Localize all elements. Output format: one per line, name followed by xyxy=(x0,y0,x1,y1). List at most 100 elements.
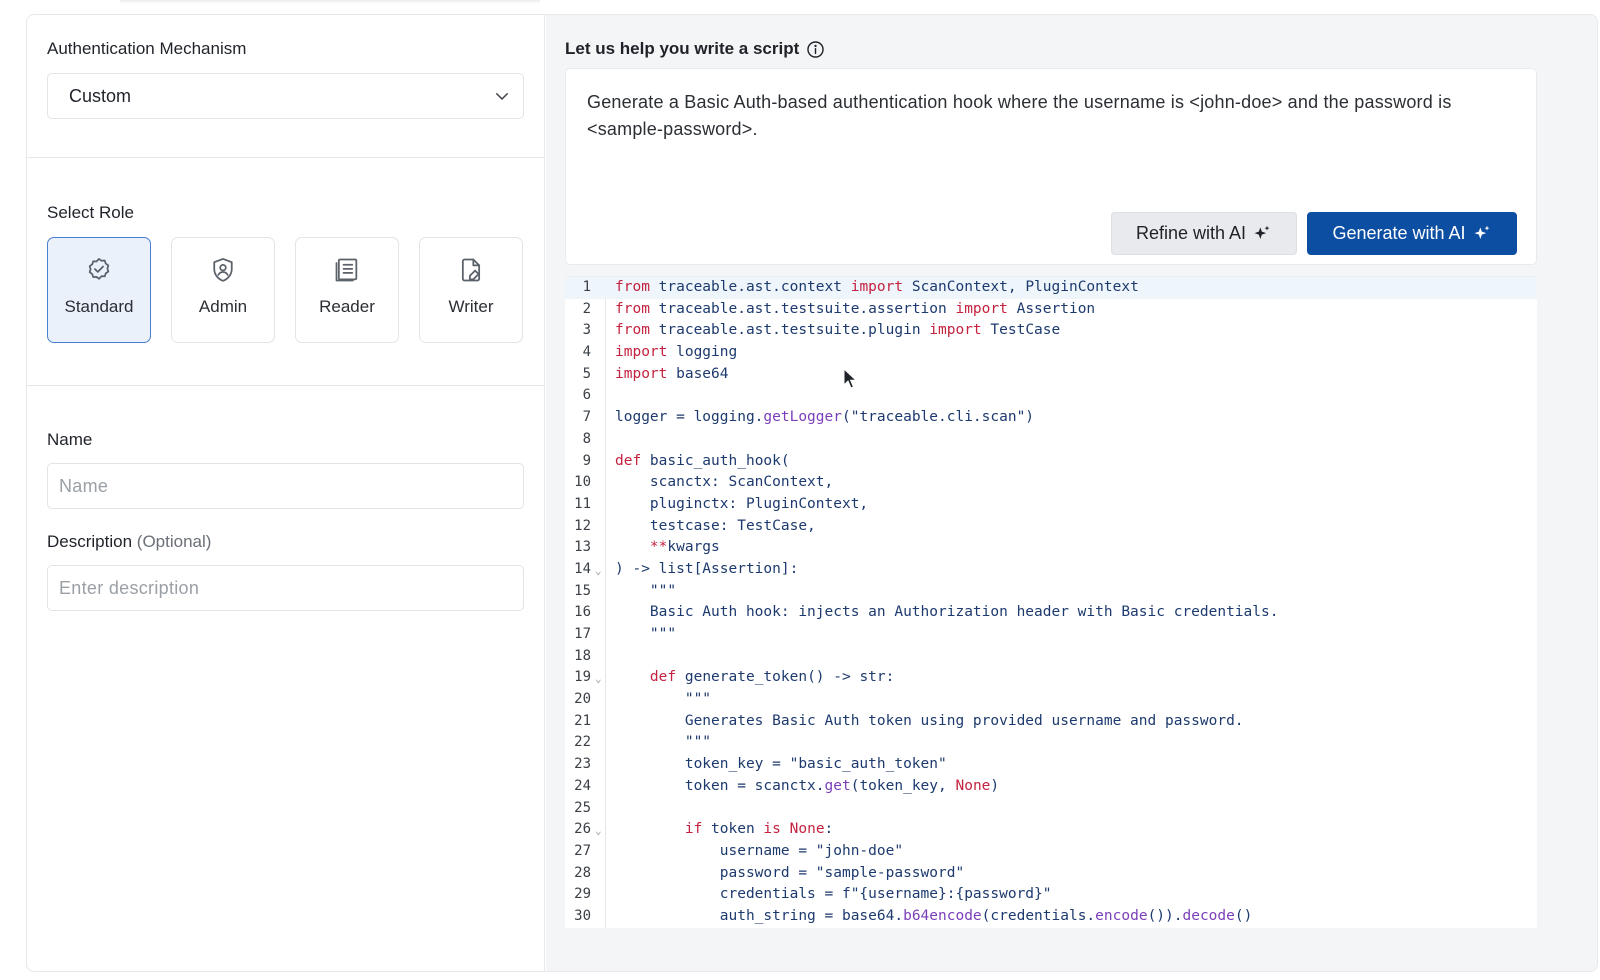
line-number: 11 xyxy=(574,495,591,512)
code-line[interactable]: 12 testcase: TestCase, xyxy=(565,516,1537,538)
optional-hint: (Optional) xyxy=(136,532,212,551)
code-line[interactable]: 5 import base64 xyxy=(565,364,1537,386)
code-line[interactable]: 16 Basic Auth hook: injects an Authoriza… xyxy=(565,602,1537,624)
left-panel: Authentication Mechanism Custom Select R… xyxy=(27,15,545,971)
line-number: 20 xyxy=(574,691,591,708)
code-line[interactable]: 29 credentials = f"{username}:{password}… xyxy=(565,884,1537,906)
code-text: pluginctx: PluginContext, xyxy=(615,495,869,512)
code-line[interactable]: 9 def basic_auth_hook( xyxy=(565,451,1537,473)
code-line[interactable]: 8 xyxy=(565,429,1537,451)
code-text: """ xyxy=(615,582,677,599)
divider xyxy=(27,385,545,386)
generate-with-ai-button[interactable]: Generate with AI xyxy=(1307,212,1517,255)
code-line[interactable]: 21 Generates Basic Auth token using prov… xyxy=(565,711,1537,733)
code-line[interactable]: 18 xyxy=(565,646,1537,668)
code-line[interactable]: 14 ⌄ ) -> list[Assertion]: xyxy=(565,559,1537,581)
select-role-label: Select Role xyxy=(47,203,134,222)
code-line[interactable]: 17 """ xyxy=(565,624,1537,646)
code-line[interactable]: 13 **kwargs xyxy=(565,537,1537,559)
code-text: Basic Auth hook: injects an Authorizatio… xyxy=(615,604,1279,621)
code-line[interactable]: 19 ⌄ def generate_token() -> str: xyxy=(565,667,1537,689)
refine-button-label: Refine with AI xyxy=(1135,223,1247,243)
line-number: 19 xyxy=(574,669,591,686)
chevron-down-icon xyxy=(496,93,508,100)
code-text: """ xyxy=(615,691,712,708)
auth-mechanism-label: Authentication Mechanism xyxy=(47,39,247,58)
code-text: logger = logging.getLogger("traceable.cl… xyxy=(615,409,1035,426)
line-number: 3 xyxy=(582,322,591,339)
role-label-standard: Standard xyxy=(64,297,134,316)
code-line[interactable]: 2 from traceable.ast.testsuite.assertion … xyxy=(565,299,1537,321)
code-text: **kwargs xyxy=(649,539,720,556)
code-line[interactable]: 23 token_key = "basic_auth_token" xyxy=(565,754,1537,776)
code-text: import logging xyxy=(615,344,738,361)
code-line[interactable]: 3 from traceable.ast.testsuite.plugin imp… xyxy=(565,320,1537,342)
code-line[interactable]: 11 pluginctx: PluginContext, xyxy=(565,494,1537,516)
code-text: testcase: TestCase, xyxy=(615,517,816,534)
code-text: """ xyxy=(615,626,677,642)
line-number: 23 xyxy=(574,756,591,773)
code-text: ) -> list[Assertion]: xyxy=(615,560,799,577)
code-line[interactable]: 28 password = "sample-password" xyxy=(565,863,1537,885)
code-line[interactable]: 15 """ xyxy=(565,581,1537,603)
code-line[interactable]: 25 xyxy=(565,798,1537,820)
line-number: 7 xyxy=(582,409,591,426)
code-text: token_key = "basic_auth_token" xyxy=(615,756,947,773)
description-input[interactable] xyxy=(47,565,524,611)
code-text: password = "sample-password" xyxy=(615,864,965,881)
code-line[interactable]: 4 import logging xyxy=(565,342,1537,364)
refine-with-ai-button[interactable]: Refine with AI xyxy=(1111,212,1297,255)
code-text: auth_string = base64.b64encode(credentia… xyxy=(615,907,1253,924)
description-label: Description (Optional) xyxy=(47,532,211,552)
code-line[interactable]: 27 username = "john-doe" xyxy=(565,841,1537,863)
line-number: 6 xyxy=(582,387,591,404)
script-assistant-heading: Let us help you write a script xyxy=(565,39,825,59)
name-input[interactable] xyxy=(47,463,524,509)
fold-chevron-icon[interactable]: ⌄ xyxy=(595,560,602,582)
line-number: 26 xyxy=(574,821,591,838)
code-line[interactable]: 20 """ xyxy=(565,689,1537,711)
auth-mechanism-value: Custom xyxy=(69,85,132,106)
code-lines: 1 from traceable.ast.context import ScanC… xyxy=(565,277,1537,928)
line-number: 17 xyxy=(574,626,591,642)
code-line[interactable]: 1 from traceable.ast.context import ScanC… xyxy=(565,277,1537,299)
right-panel: Let us help you write a script Generate … xyxy=(546,15,1597,971)
code-line[interactable]: 6 xyxy=(565,385,1537,407)
role-card-writer[interactable]: Writer xyxy=(419,237,523,343)
line-number: 14 xyxy=(574,560,591,577)
line-number: 29 xyxy=(574,886,591,903)
code-line[interactable]: 26 ⌄ if token is None: xyxy=(565,819,1537,841)
code-line[interactable]: 10 scanctx: ScanContext, xyxy=(565,472,1537,494)
auth-hook-form: Authentication Mechanism Custom Select R… xyxy=(26,14,1598,972)
fold-chevron-icon[interactable]: ⌄ xyxy=(595,820,602,842)
info-icon[interactable] xyxy=(806,40,825,59)
generate-button-label: Generate with AI xyxy=(1332,223,1466,243)
line-number: 28 xyxy=(574,864,591,881)
line-number: 27 xyxy=(574,842,591,859)
line-number: 16 xyxy=(574,604,591,621)
line-number: 24 xyxy=(574,777,591,794)
code-line[interactable]: 24 token = scanctx.get(token_key, None) xyxy=(565,776,1537,798)
line-number: 18 xyxy=(574,647,591,664)
sparkle-icon xyxy=(1254,225,1270,239)
role-card-reader[interactable]: Reader xyxy=(295,237,399,343)
role-label-writer: Writer xyxy=(448,297,494,316)
prompt-textarea[interactable]: Generate a Basic Auth-based authenticati… xyxy=(565,68,1537,265)
code-editor[interactable]: 1 from traceable.ast.context import ScanC… xyxy=(565,276,1537,928)
line-number: 13 xyxy=(574,539,591,556)
code-line[interactable]: 22 """ xyxy=(565,732,1537,754)
code-text: """ xyxy=(615,734,712,751)
fold-chevron-icon[interactable]: ⌄ xyxy=(595,668,602,690)
auth-mechanism-select[interactable]: Custom xyxy=(47,73,524,119)
code-text: from traceable.ast.context import ScanCo… xyxy=(615,279,1139,295)
line-number: 30 xyxy=(574,907,591,924)
code-line[interactable]: 7 logger = logging.getLogger("traceable.c… xyxy=(565,407,1537,429)
role-card-admin[interactable]: Admin xyxy=(171,237,275,343)
prompt-text[interactable]: Generate a Basic Auth-based authenticati… xyxy=(587,89,1487,143)
code-line[interactable]: 30 auth_string = base64.b64encode(creden… xyxy=(565,906,1537,928)
line-number: 25 xyxy=(574,799,591,816)
line-number: 4 xyxy=(582,344,591,361)
role-card-standard[interactable]: Standard xyxy=(47,237,151,343)
line-number: 22 xyxy=(574,734,591,751)
line-number: 15 xyxy=(574,582,591,599)
